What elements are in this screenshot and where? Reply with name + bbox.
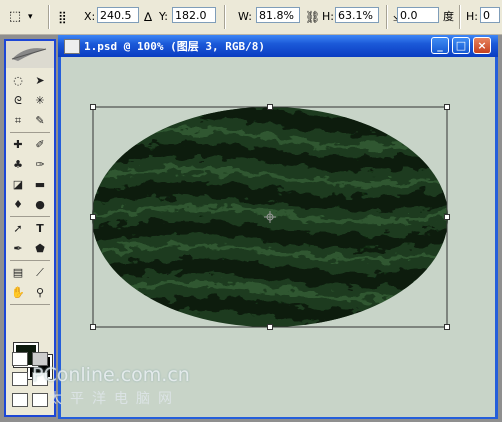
document-canvas[interactable] (61, 57, 495, 417)
transform-handle[interactable] (267, 104, 273, 110)
divider (10, 132, 50, 133)
relative-position-icon[interactable]: ∆ (144, 8, 152, 26)
document-titlebar[interactable]: 1.psd @ 100% (图层 3, RGB/8) _ □ × (58, 35, 498, 57)
slice-icon[interactable]: ✎ (30, 112, 50, 130)
options-bar: ⬚ ▾ ⣿ X: 240.5 ∆ Y: 182.0 W: 81.8% ⛓ H: … (0, 0, 502, 35)
move-icon[interactable]: ➤ (30, 72, 50, 90)
brush-icon[interactable]: ✐ (30, 136, 50, 154)
crop-icon[interactable]: ⌗ (8, 112, 28, 130)
healing-icon[interactable]: ✚ (8, 136, 28, 154)
reference-point-icon[interactable]: ⣿ (58, 8, 78, 26)
transform-handle[interactable] (90, 104, 96, 110)
link-icon[interactable]: ⛓ (305, 8, 320, 26)
maximize-button[interactable]: □ (452, 37, 470, 54)
w-field[interactable]: 81.8% (256, 7, 300, 23)
skew-field[interactable]: 0 (480, 7, 500, 23)
x-label: X: (84, 10, 96, 23)
path-select-icon[interactable]: ➚ (8, 220, 28, 238)
y-label: Y: (159, 10, 168, 23)
standard-mode-icon[interactable] (12, 352, 28, 366)
y-field[interactable]: 182.0 (172, 7, 216, 23)
minimize-button[interactable]: _ (431, 37, 449, 54)
transform-handle[interactable] (267, 324, 273, 330)
h-label: H: (322, 10, 334, 23)
dodge-icon[interactable]: ● (30, 196, 50, 214)
h-field[interactable]: 63.1% (335, 7, 379, 23)
transform-handle[interactable] (444, 214, 450, 220)
divider (10, 216, 50, 217)
rotate-field[interactable]: 0.0 (397, 7, 439, 23)
separator (386, 5, 388, 29)
transform-handle[interactable] (444, 104, 450, 110)
toolbox: ◌ ➤ ᘓ ✳ ⌗ ✎ ✚ ✐ ♣ ✑ ◪ ▬ ♦ ● ➚ T ✒ ⬟ ▤ ⟋ … (4, 39, 56, 417)
lasso-icon[interactable]: ᘓ (8, 92, 28, 110)
document-icon (64, 39, 80, 54)
separator (224, 5, 226, 29)
type-icon[interactable]: T (30, 220, 50, 238)
notes-icon[interactable]: ▤ (8, 264, 28, 282)
skew-value: 0 (483, 9, 490, 22)
close-button[interactable]: × (473, 37, 491, 54)
y-value: 182.0 (175, 9, 207, 22)
x-value: 240.5 (100, 9, 132, 22)
zoom-icon[interactable]: ⚲ (30, 284, 50, 302)
imageready-jump-icon[interactable] (12, 393, 28, 407)
toolbox-header (6, 41, 54, 68)
separator (48, 5, 50, 29)
skew-label: H: (466, 10, 478, 23)
divider (10, 260, 50, 261)
w-value: 81.8% (259, 9, 294, 22)
feather-logo-icon (11, 48, 47, 61)
divider (10, 304, 50, 305)
watermark-name: 太平洋电脑网 (48, 391, 180, 407)
marquee-icon[interactable]: ◌ (8, 72, 28, 90)
transform-handle[interactable] (444, 324, 450, 330)
tool-preset-arrow-icon[interactable]: ▾ (28, 8, 33, 26)
document-title: 1.psd @ 100% (图层 3, RGB/8) (84, 40, 265, 53)
transform-handle[interactable] (90, 324, 96, 330)
w-label: W: (238, 10, 252, 23)
transform-handle[interactable] (90, 214, 96, 220)
eraser-icon[interactable]: ◪ (8, 176, 28, 194)
hand-icon[interactable]: ✋ (8, 284, 28, 302)
history-brush-icon[interactable]: ✑ (30, 156, 50, 174)
pen-icon[interactable]: ✒ (8, 240, 28, 258)
screen-mode-standard-icon[interactable] (12, 372, 28, 386)
stamp-icon[interactable]: ♣ (8, 156, 28, 174)
watermelon-artwork (92, 106, 448, 328)
eyedropper-icon[interactable]: ⟋ (30, 264, 50, 282)
transform-tool-icon[interactable]: ⬚ (6, 8, 24, 26)
blur-icon[interactable]: ♦ (8, 196, 28, 214)
gradient-icon[interactable]: ▬ (30, 176, 50, 194)
x-field[interactable]: 240.5 (97, 7, 139, 23)
shape-icon[interactable]: ⬟ (30, 240, 50, 258)
separator (459, 5, 461, 29)
rotate-value: 0.0 (400, 9, 418, 22)
screen-mode-fullscreen-icon[interactable] (32, 393, 48, 407)
watermark-site: PConline.com.cn (32, 364, 190, 386)
rotate-unit: 度 (443, 10, 454, 23)
h-value: 63.1% (338, 9, 373, 22)
magic-wand-icon[interactable]: ✳ (30, 92, 50, 110)
